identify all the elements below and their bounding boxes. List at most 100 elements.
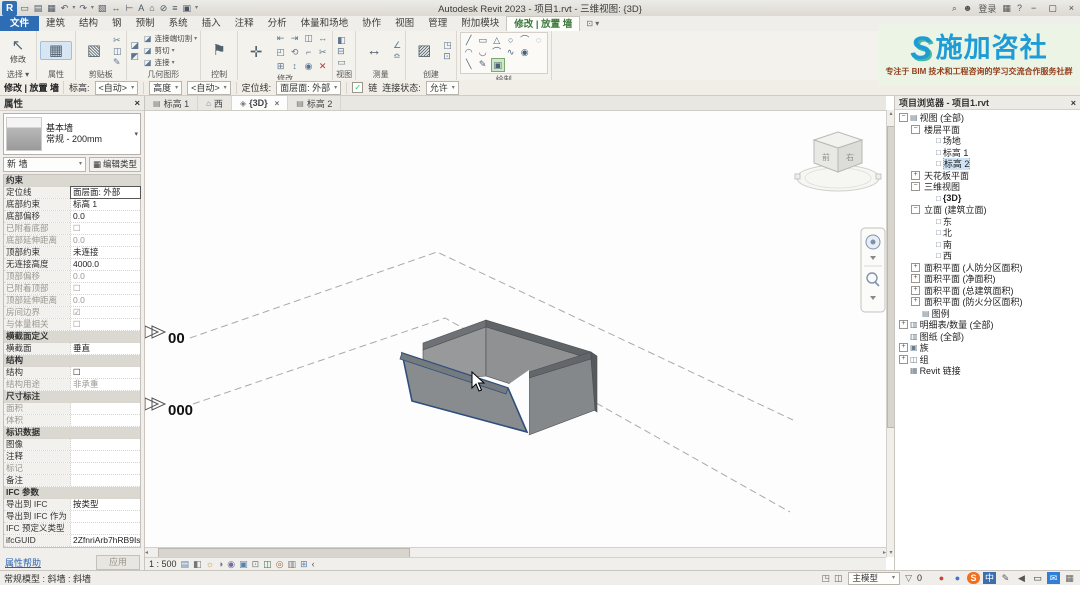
property-row[interactable]: 横截面 垂直 <box>4 343 140 355</box>
expander-icon[interactable]: + <box>911 297 920 306</box>
ribbon-tab[interactable]: 插入 <box>195 16 228 31</box>
view-tab-west[interactable]: ⌂西 <box>198 96 232 110</box>
property-row[interactable]: 已附着顶部 ☐ <box>4 283 140 295</box>
measure-tool-icon[interactable]: ∠ <box>392 40 402 50</box>
browser-tree-item[interactable]: + 面积平面 (总建筑面积) <box>895 285 1080 297</box>
close-icon[interactable]: × <box>1071 98 1076 108</box>
expander-icon[interactable]: + <box>899 343 908 352</box>
restore-button[interactable]: ▢ <box>1045 3 1060 14</box>
geometry-menu-item[interactable]: ◪ 连接端切割 ▾ <box>143 33 197 44</box>
location-line-select[interactable]: 面层面: 外部▾ <box>276 81 341 95</box>
expander-icon[interactable]: − <box>911 125 920 134</box>
expander-icon[interactable]: − <box>911 205 920 214</box>
expander-icon[interactable]: + <box>911 286 920 295</box>
modify-tool-icon[interactable]: ◰ <box>274 46 287 59</box>
view-scale-button[interactable]: 1 : 500 <box>149 559 177 569</box>
expander-icon[interactable]: − <box>911 182 920 191</box>
expander-icon[interactable]: − <box>899 113 908 122</box>
view-control-icon[interactable]: ◑ <box>218 558 223 570</box>
property-row[interactable]: 面积 <box>4 403 140 415</box>
geometry-menu-item[interactable]: ◪ 剪切 ▾ <box>143 45 197 56</box>
chain-checkbox[interactable]: ✓ <box>352 82 363 93</box>
tray-icon[interactable]: ◀ <box>1015 572 1028 584</box>
view-control-icon[interactable]: ◫ <box>263 558 272 570</box>
property-row[interactable]: 体积 <box>4 415 140 427</box>
view-control-icon[interactable]: ◉ <box>227 558 235 570</box>
level-tag-lower[interactable]: 000 <box>145 398 193 419</box>
expander-icon[interactable]: + <box>911 274 920 283</box>
browser-tree-item[interactable]: + 面积平面 (净面积) <box>895 273 1080 285</box>
property-row[interactable]: 结构 ☐ <box>4 367 140 379</box>
tray-icon[interactable]: 中 <box>983 572 996 584</box>
status-icon[interactable]: ◳ <box>822 573 831 584</box>
apply-button[interactable]: 应用 <box>96 555 140 570</box>
properties-help-link[interactable]: 属性帮助 <box>5 556 41 569</box>
property-row[interactable]: 无连接高度 4000.0 <box>4 259 140 271</box>
tray-icon[interactable]: ● <box>951 572 964 584</box>
property-row[interactable]: 房间边界 ☑ <box>4 307 140 319</box>
measure-tool-icon[interactable]: ≏ <box>392 51 402 61</box>
property-row[interactable]: 底部延伸距离 0.0 <box>4 235 140 247</box>
model-canvas[interactable]: 00 000 <box>145 110 886 547</box>
draw-tool-icon[interactable]: ∿ <box>505 46 517 58</box>
view-control-icon[interactable]: ◧ <box>193 558 202 570</box>
draw-tool-icon[interactable]: ◌ <box>533 34 545 46</box>
property-row[interactable]: 导出到 IFC 作为 <box>4 511 140 523</box>
ribbon-tab[interactable]: 修改 | 放置 墙 <box>506 16 580 31</box>
property-row[interactable]: 顶部约束 未连接 <box>4 247 140 259</box>
browser-tree-item[interactable]: □ 东 <box>895 216 1080 228</box>
browser-tree-item[interactable]: □ 标高 2 <box>895 158 1080 170</box>
browser-tree-item[interactable]: − ▤ 视图 (全部) <box>895 112 1080 124</box>
draw-tool-icon[interactable]: ▭ <box>477 34 489 46</box>
design-option-select[interactable]: 主模型▾ <box>848 572 901 585</box>
browser-tree-item[interactable]: □ 场地 <box>895 135 1080 147</box>
modify-tool-icon[interactable]: ⟲ <box>288 46 301 59</box>
close-icon[interactable]: × <box>134 98 140 109</box>
view-tab-level1[interactable]: ▤标高 1 <box>145 96 198 110</box>
property-row[interactable]: 与体量相关 ☐ <box>4 319 140 331</box>
property-row[interactable]: 图像 <box>4 439 140 451</box>
status-icon[interactable]: ◫ <box>834 573 843 584</box>
view-control-icon[interactable]: ◎ <box>276 558 284 570</box>
browser-tree-item[interactable]: + 天花板平面 <box>895 170 1080 182</box>
browser-tree-item[interactable]: + 面积平面 (人防分区面积) <box>895 262 1080 274</box>
ribbon-collapse-icon[interactable]: ⊡ ▾ <box>580 16 605 31</box>
property-row[interactable]: 尺寸标注 <box>4 391 140 403</box>
view-control-icon[interactable]: ⊞ <box>300 558 308 570</box>
draw-tool-icon[interactable]: ✎ <box>477 58 489 70</box>
create-tool-icon[interactable]: ◳ <box>442 40 453 50</box>
view-tool-icon[interactable]: ▭ <box>336 57 347 67</box>
property-row[interactable]: 结构 <box>4 355 140 367</box>
tray-icon[interactable]: S <box>967 572 980 584</box>
tray-icon[interactable]: ✉ <box>1047 572 1060 584</box>
tray-icon[interactable]: ▦ <box>1063 572 1076 584</box>
property-row[interactable]: 约束 <box>4 175 140 187</box>
browser-tree-item[interactable]: □ 标高 1 <box>895 147 1080 159</box>
property-row[interactable]: 已附着底部 ☐ <box>4 223 140 235</box>
height-value-select[interactable]: <自动>▾ <box>187 81 231 95</box>
ribbon-tab[interactable]: 附加模块 <box>454 16 506 31</box>
draw-tool-icon[interactable]: △ <box>491 34 503 46</box>
close-button[interactable]: × <box>1066 3 1077 13</box>
property-row[interactable]: 顶部延伸距离 0.0 <box>4 295 140 307</box>
modify-tool-icon[interactable]: ✂ <box>316 46 329 59</box>
clipboard-tool-icon[interactable]: ✂ <box>112 35 123 45</box>
browser-tree-item[interactable]: □ 北 <box>895 227 1080 239</box>
geometry-menu-item[interactable]: ◪ 连接 ▾ <box>143 57 197 68</box>
ribbon-tab[interactable]: 建筑 <box>39 16 72 31</box>
browser-tree-item[interactable]: + ◫ 组 <box>895 354 1080 366</box>
property-row[interactable]: IFC 参数 <box>4 487 140 499</box>
view-tool-icon[interactable]: ◧ <box>336 35 347 45</box>
browser-tree-item[interactable]: + ▣ 族 <box>895 342 1080 354</box>
ribbon-tab[interactable]: 结构 <box>72 16 105 31</box>
search-icon[interactable]: ⌕ <box>952 3 957 14</box>
modify-tool-icon[interactable]: ↕ <box>288 60 301 73</box>
view-control-icon[interactable]: ‹ <box>312 558 315 570</box>
tray-icon[interactable]: ● <box>935 572 948 584</box>
create-button[interactable]: ▨ <box>409 42 439 59</box>
ribbon-tab[interactable]: 钢 <box>105 16 129 31</box>
ribbon-tab[interactable]: 管理 <box>421 16 454 31</box>
help-icon[interactable]: ? <box>1017 3 1022 13</box>
draw-tool-icon[interactable]: ○ <box>505 34 517 46</box>
ribbon-tab[interactable]: 注释 <box>228 16 261 31</box>
